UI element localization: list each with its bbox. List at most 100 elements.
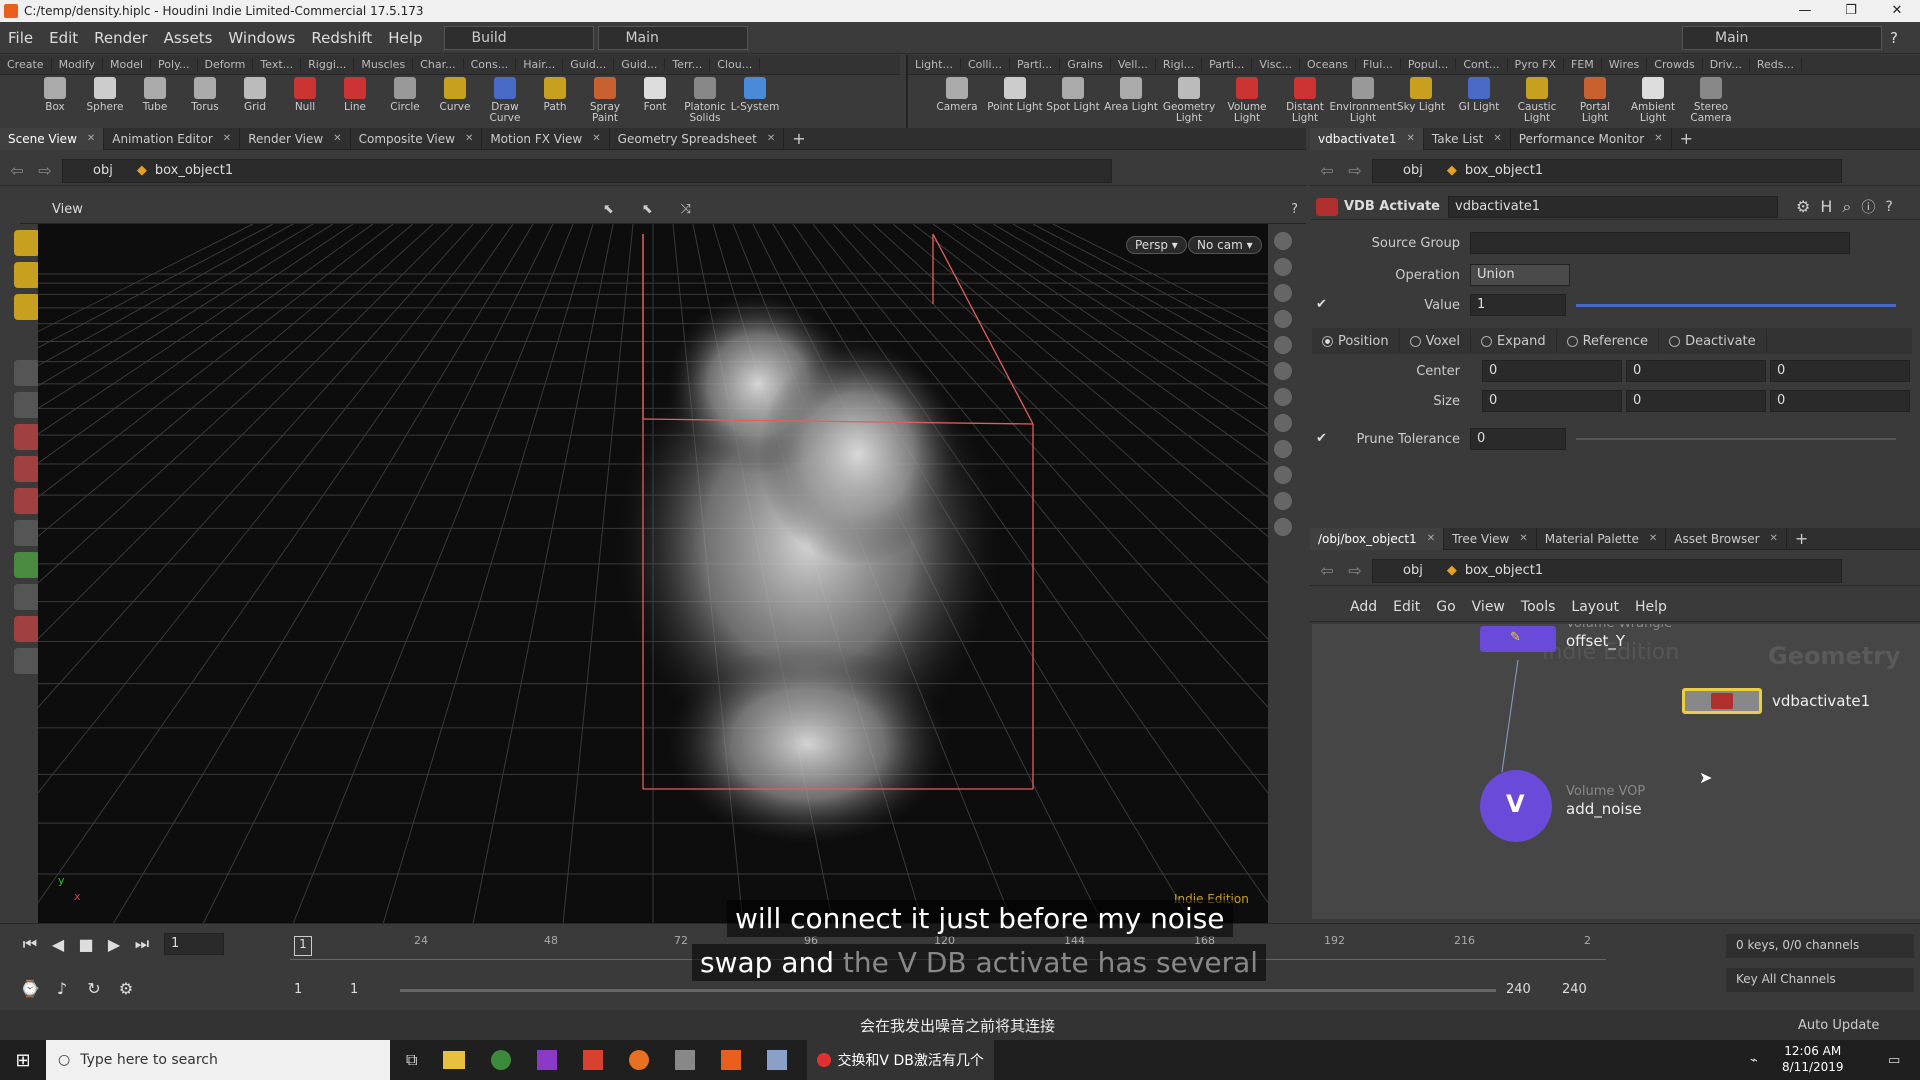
close-icon[interactable]: ✕ [333, 128, 341, 150]
select-tool-icon-2[interactable]: ⬉ [642, 202, 653, 217]
notification-icon[interactable]: ▭ [1888, 1053, 1900, 1068]
shelf-tab[interactable]: Flui... [1356, 58, 1401, 71]
range-end[interactable]: 240 [1506, 982, 1531, 997]
vdbactivate-name[interactable]: vdbactivate1 [1772, 692, 1870, 710]
display-option-icon[interactable] [1274, 258, 1292, 276]
taskbar-search-box[interactable]: ○ Type here to search [46, 1040, 390, 1080]
chrome-icon[interactable] [491, 1050, 512, 1070]
shelf-tool-portal-light[interactable]: Portal Light [1566, 75, 1624, 124]
network-editor[interactable]: Geometry Indie Edition ✎ Volume Wrangle … [1312, 624, 1920, 919]
close-icon[interactable]: ✕ [767, 128, 775, 150]
select-tool-icon-3[interactable]: ⤨ [681, 202, 691, 217]
hda-icon[interactable]: H [1820, 197, 1832, 216]
shelf-tab[interactable]: Rigi... [1156, 58, 1203, 71]
camera-tool-icon[interactable] [14, 648, 40, 674]
network-icon[interactable]: ⌁ [1750, 1053, 1758, 1068]
center-y-field[interactable]: 0 [1626, 360, 1766, 382]
pane-tab[interactable]: Tree View ✕ [1444, 527, 1537, 550]
shelf-tab[interactable]: Text... [253, 58, 302, 71]
menu-assets[interactable]: Assets [156, 29, 221, 47]
offset-y-name[interactable]: offset_Y [1566, 632, 1625, 650]
close-icon[interactable]: ✕ [1427, 528, 1435, 550]
shelf-tab[interactable]: Popul... [1401, 58, 1457, 71]
menu-redshift[interactable]: Redshift [303, 29, 380, 47]
maximize-button[interactable]: ❐ [1828, 0, 1874, 22]
scene-path-field[interactable]: obj ◆ box_object1 [62, 158, 1112, 183]
shelf-tool-geometry-light[interactable]: Geometry Light [1160, 75, 1218, 124]
lock-icon[interactable] [14, 392, 40, 418]
close-icon[interactable]: ✕ [1649, 528, 1657, 550]
selection-mode-icon[interactable] [14, 294, 40, 320]
forward-arrow-icon[interactable]: ⇨ [34, 161, 56, 180]
add-tab-icon[interactable]: + [1795, 529, 1808, 548]
add-noise-name[interactable]: add_noise [1566, 800, 1642, 818]
display-option-icon[interactable] [1274, 466, 1292, 484]
taskbar-active-app[interactable]: 交换和V DB激活有几个 [807, 1040, 994, 1080]
pane-tab[interactable]: vdbactivate1 ✕ [1310, 127, 1424, 150]
close-icon[interactable]: ✕ [1770, 528, 1778, 550]
close-icon[interactable]: ✕ [223, 128, 231, 150]
shelf-tool-stereo-camera[interactable]: Stereo Camera [1682, 75, 1740, 124]
close-icon[interactable]: ✕ [1407, 128, 1415, 150]
node-name-field[interactable]: vdbactivate1 [1448, 195, 1779, 218]
close-icon[interactable]: ✕ [1493, 128, 1501, 150]
network-menu-item[interactable]: Tools [1521, 599, 1556, 615]
shelf-tab[interactable]: Hair... [516, 58, 564, 71]
help-icon[interactable]: ? [1890, 29, 1898, 47]
path-node[interactable]: box_object1 [155, 163, 233, 178]
shelf-tool-platonic-solids[interactable]: Platonic Solids [680, 75, 730, 124]
shelf-tool-camera[interactable]: Camera [928, 75, 986, 113]
close-icon[interactable]: ✕ [592, 128, 600, 150]
mode-radio-reference[interactable]: Reference [1557, 329, 1660, 353]
desktop-right-dropdown[interactable]: Main [1682, 25, 1882, 50]
houdini-taskbar-icon[interactable] [721, 1050, 742, 1070]
auto-update-button[interactable]: Auto Update [1798, 1018, 1879, 1033]
pane-tab[interactable]: Asset Browser ✕ [1666, 527, 1787, 550]
display-option-icon[interactable] [1274, 492, 1292, 510]
app-icon[interactable] [767, 1050, 788, 1070]
back-arrow-icon[interactable]: ⇦ [1316, 161, 1338, 180]
realtime-icon[interactable]: ⌚ [16, 974, 44, 1002]
shelf-tool-path[interactable]: Path [530, 75, 580, 113]
pane-tab[interactable]: Animation Editor ✕ [104, 127, 241, 150]
size-y-field[interactable]: 0 [1626, 390, 1766, 412]
file-explorer-icon[interactable] [443, 1051, 466, 1069]
prune-field[interactable]: 0 [1470, 428, 1566, 450]
snap-icon[interactable] [14, 584, 40, 610]
info-icon[interactable]: ⓘ [1861, 197, 1875, 217]
shelf-tab[interactable]: Guid... [563, 58, 615, 71]
mode-radio-position[interactable]: Position [1312, 329, 1400, 353]
pane-tab[interactable]: Take List ✕ [1424, 127, 1511, 150]
add-tab-icon[interactable]: + [1680, 129, 1693, 148]
menu-render[interactable]: Render [86, 29, 155, 47]
taskbar-clock[interactable]: 12:06 AM 8/11/2019 [1782, 1043, 1844, 1075]
shelf-tab[interactable]: Visc... [1252, 58, 1300, 71]
network-menu-item[interactable]: Add [1350, 599, 1377, 615]
shelf-tab[interactable]: Char... [413, 58, 464, 71]
center-z-field[interactable]: 0 [1770, 360, 1910, 382]
lock-camera-icon[interactable] [1274, 284, 1292, 302]
current-frame-marker[interactable]: 1 [294, 936, 312, 956]
back-arrow-icon[interactable]: ⇦ [1316, 561, 1338, 580]
display-option-icon[interactable] [1274, 414, 1292, 432]
light-icon[interactable] [1274, 362, 1292, 380]
shelf-tab[interactable]: Parti... [1202, 58, 1253, 71]
operation-dropdown[interactable]: Union [1470, 264, 1570, 286]
offset-y-node[interactable]: ✎ [1480, 626, 1556, 652]
shelf-tool-sky-light[interactable]: Sky Light [1392, 75, 1450, 113]
options-icon[interactable]: ⚙ [112, 974, 140, 1002]
magnet-icon[interactable] [14, 616, 40, 642]
network-path-field[interactable]: obj ◆ box_object1 [1372, 558, 1842, 583]
shelf-tab[interactable]: Create [0, 58, 52, 71]
center-x-field[interactable]: 0 [1482, 360, 1622, 382]
shelf-tab[interactable]: Parti... [1010, 58, 1061, 71]
shelf-tool-font[interactable]: Font [630, 75, 680, 113]
pane-tab[interactable]: Motion FX View ✕ [482, 127, 610, 150]
shelf-tab[interactable]: Clou... [710, 58, 761, 71]
shelf-tool-draw-curve[interactable]: Draw Curve [480, 75, 530, 124]
forward-arrow-icon[interactable]: ⇨ [1344, 561, 1366, 580]
vdbactivate-node[interactable] [1682, 688, 1762, 714]
shelf-tab[interactable]: Colli... [961, 58, 1011, 71]
prune-checkbox[interactable]: ✔ [1316, 432, 1330, 446]
app-icon[interactable] [537, 1050, 558, 1070]
